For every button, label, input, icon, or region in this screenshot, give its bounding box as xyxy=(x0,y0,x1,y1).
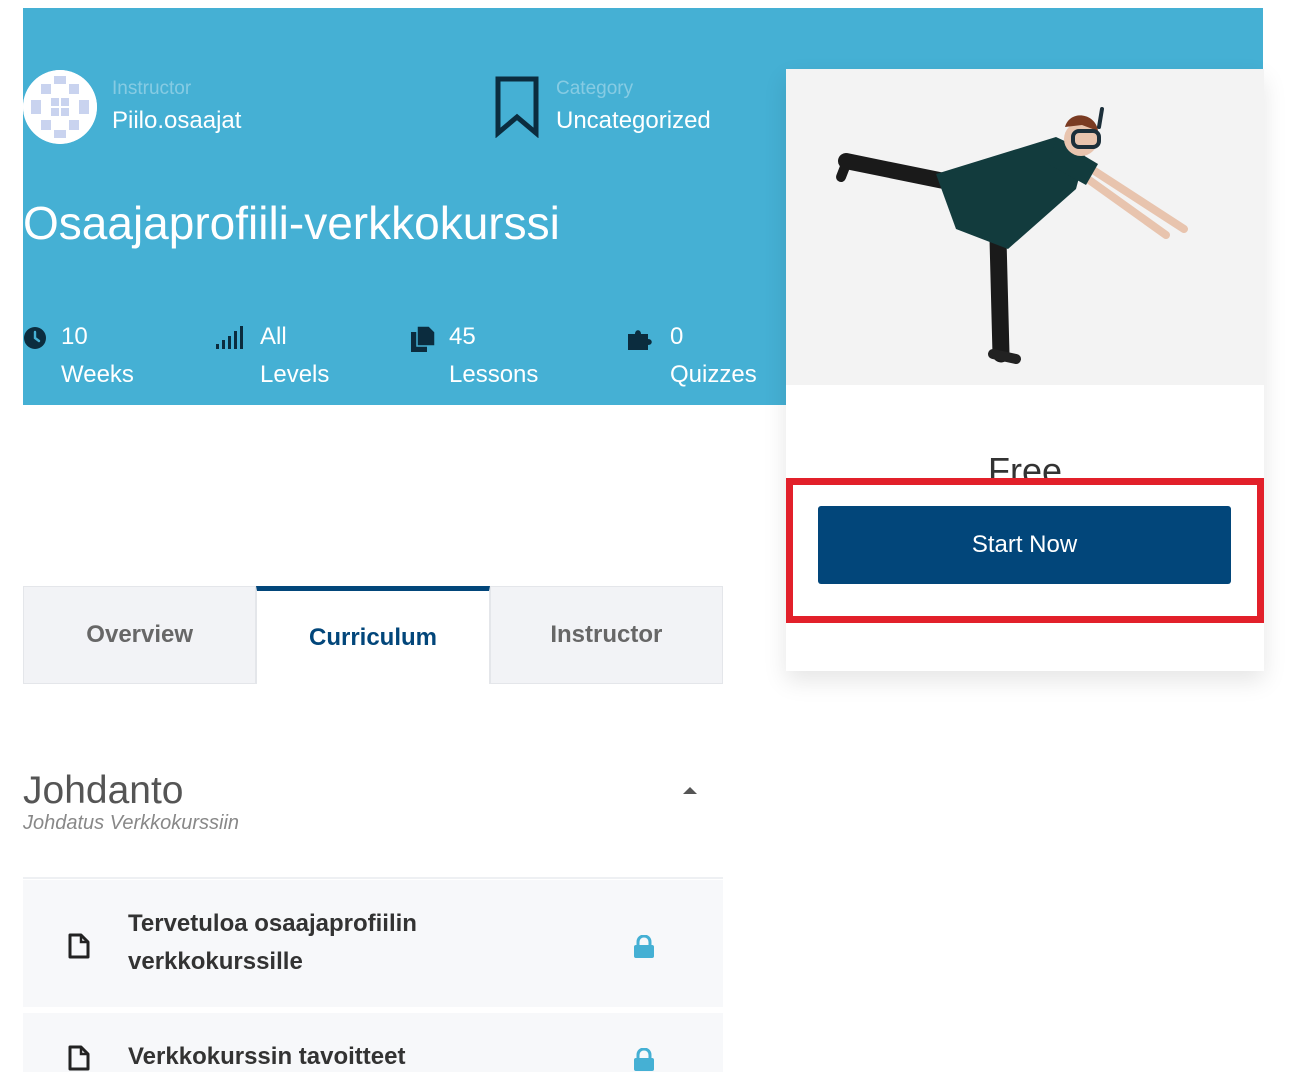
document-icon xyxy=(68,933,90,959)
lesson-item[interactable]: Tervetuloa osaajaprofiilin verkkokurssil… xyxy=(23,880,723,1007)
enroll-card: Free Start Now xyxy=(786,69,1264,671)
signal-bars-icon xyxy=(216,326,243,349)
instructor-avatar[interactable] xyxy=(23,70,97,144)
dancer-photo-icon xyxy=(786,69,1264,385)
tab-curriculum[interactable]: Curriculum xyxy=(256,586,490,684)
lesson-title: Verkkokurssin tavoitteet xyxy=(128,1043,406,1070)
tab-overview[interactable]: Overview xyxy=(23,586,257,684)
tab-instructor[interactable]: Instructor xyxy=(489,586,723,684)
lock-icon xyxy=(634,1048,654,1071)
puzzle-icon xyxy=(628,330,652,350)
lesson-item[interactable]: Verkkokurssin tavoitteet xyxy=(23,1013,723,1072)
section-divider xyxy=(23,877,723,879)
stat-quizzes-value: 0 xyxy=(670,323,684,350)
stat-level-value: All xyxy=(260,323,287,350)
stat-level-label: Levels xyxy=(260,361,330,388)
stat-lessons-label: Lessons xyxy=(449,361,539,388)
stat-lessons-value: 45 xyxy=(449,323,476,350)
instructor-meta: Instructor Piilo.osaajat xyxy=(23,70,241,144)
bookmark-icon xyxy=(495,76,539,138)
documents-icon xyxy=(411,326,435,352)
course-cover-photo xyxy=(786,69,1264,385)
category-value[interactable]: Uncategorized xyxy=(556,105,711,136)
section-subtitle: Johdatus Verkkokurssiin xyxy=(23,812,240,834)
stat-level: All Levels xyxy=(216,318,329,394)
stat-quizzes: 0 Quizzes xyxy=(626,318,757,394)
stat-duration-label: Weeks xyxy=(61,361,134,388)
lesson-title: Tervetuloa osaajaprofiilin verkkokurssil… xyxy=(128,910,417,975)
section-title[interactable]: Johdanto xyxy=(23,769,183,813)
collapse-caret-icon[interactable] xyxy=(683,787,697,794)
stat-duration: 10 Weeks xyxy=(23,318,134,394)
stat-lessons: 45 Lessons xyxy=(411,318,538,394)
course-title: Osaajaprofiili-verkkokurssi xyxy=(23,197,560,249)
start-now-button[interactable]: Start Now xyxy=(818,506,1231,584)
instructor-label: Instructor xyxy=(112,78,192,99)
course-tabs: Overview Curriculum Instructor xyxy=(23,586,723,684)
avatar-pattern-icon xyxy=(23,70,97,144)
clock-icon xyxy=(24,327,46,349)
lock-icon xyxy=(634,935,654,958)
course-price: Free xyxy=(987,450,1063,485)
category-meta: Category Uncategorized xyxy=(494,76,711,138)
stat-duration-value: 10 xyxy=(61,323,88,350)
instructor-name[interactable]: Piilo.osaajat xyxy=(112,105,241,136)
category-label: Category xyxy=(556,78,634,99)
stat-quizzes-label: Quizzes xyxy=(670,361,757,388)
document-icon xyxy=(68,1045,90,1071)
